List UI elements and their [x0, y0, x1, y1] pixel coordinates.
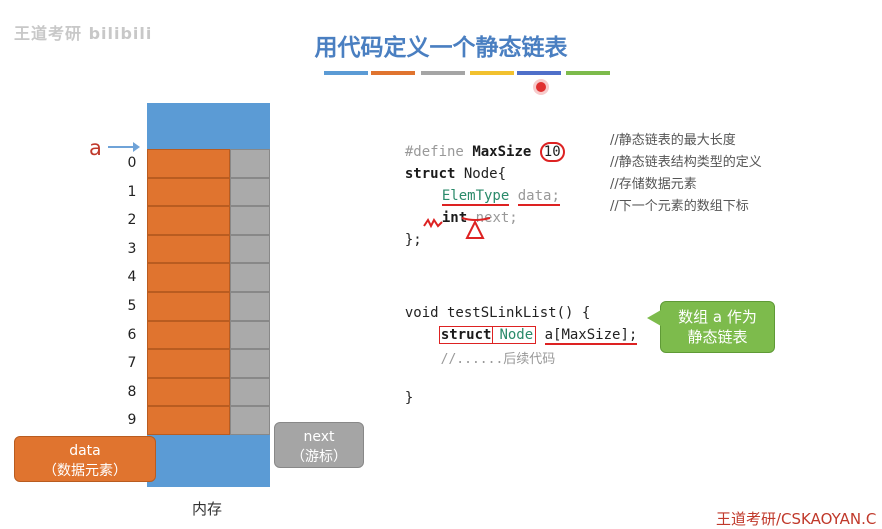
memory-block-bottom — [147, 435, 270, 487]
code-line-func-close: } — [388, 374, 413, 406]
memory-cell-data — [147, 406, 230, 435]
memory-cell-data — [147, 263, 230, 292]
memory-cell-data — [147, 234, 230, 264]
laser-pointer-dot — [536, 82, 546, 92]
next-callout-line1: next — [303, 429, 335, 445]
memory-index: 7 — [127, 355, 137, 372]
pointer-a-label: a — [89, 136, 102, 160]
pointer-arrow — [108, 142, 140, 152]
progress-segment-6 — [566, 71, 610, 75]
array-callout-line1: 数组 a 作为 — [678, 308, 757, 326]
callout-pointer — [647, 310, 661, 326]
code-line-follow: //......后续代码 — [425, 333, 556, 367]
memory-cell-next — [230, 349, 270, 378]
data-callout: data （数据元素） — [14, 436, 156, 482]
memory-cell-next — [230, 149, 270, 178]
progress-segment-1 — [324, 71, 368, 75]
code-line-close: }; — [388, 216, 422, 248]
slide-title: 用代码定义一个静态链表 — [314, 35, 568, 61]
footer-brand: 王道考研/CSKAOYAN.C — [716, 510, 877, 528]
memory-cell-next — [230, 406, 270, 435]
memory-cell-data — [147, 177, 230, 207]
memory-index: 0 — [127, 155, 137, 171]
progress-segment-5-current — [517, 71, 561, 75]
data-callout-line2: （数据元素） — [43, 463, 127, 479]
func-close: } — [404, 390, 414, 406]
array-callout-line2: 静态链表 — [687, 328, 748, 346]
next-callout-line2: （游标） — [291, 449, 347, 465]
comment-maxsize: //静态链表的最大长度 — [610, 133, 736, 148]
memory-index: 4 — [127, 269, 137, 286]
comment-struct: //静态链表结构类型的定义 — [610, 155, 762, 170]
memory-index: 9 — [127, 412, 137, 429]
memory-cell-data — [147, 292, 230, 321]
memory-index: 6 — [127, 326, 137, 343]
handwritten-marks — [423, 217, 491, 239]
memory-cell-next — [230, 177, 270, 207]
memory-cell-data — [147, 206, 230, 235]
array-callout: 数组 a 作为 静态链表 — [660, 301, 775, 353]
memory-cell-next — [230, 206, 270, 235]
next-callout: next （游标） — [274, 422, 364, 468]
follow-comment: //......后续代码 — [440, 352, 556, 367]
memory-cell-data — [147, 149, 230, 178]
memory-block-top — [147, 103, 270, 149]
memory-index: 8 — [127, 383, 137, 400]
maxsize-value: 10 — [539, 142, 565, 162]
comment-next: //下一个元素的数组下标 — [610, 199, 749, 214]
progress-segment-4 — [470, 71, 514, 75]
memory-cell-next — [230, 320, 270, 350]
comment-data: //存储数据元素 — [610, 177, 697, 192]
memory-cell-next — [230, 377, 270, 407]
memory-index: 3 — [127, 240, 137, 257]
memory-cell-data — [147, 349, 230, 378]
array-decl: a[MaxSize]; — [544, 327, 638, 345]
memory-cell-data — [147, 377, 230, 407]
memory-index: 1 — [127, 183, 137, 200]
progress-segment-3 — [421, 71, 465, 75]
memory-index: 2 — [127, 212, 137, 229]
data-callout-line1: data — [69, 443, 101, 459]
memory-cell-data — [147, 320, 230, 350]
memory-cell-next — [230, 292, 270, 321]
memory-cell-next — [230, 263, 270, 292]
progress-segment-2 — [371, 71, 415, 75]
data-field: data; — [517, 188, 560, 206]
memory-cell-next — [230, 234, 270, 264]
memory-label: 内存 — [192, 500, 223, 518]
memory-index: 5 — [127, 298, 137, 314]
